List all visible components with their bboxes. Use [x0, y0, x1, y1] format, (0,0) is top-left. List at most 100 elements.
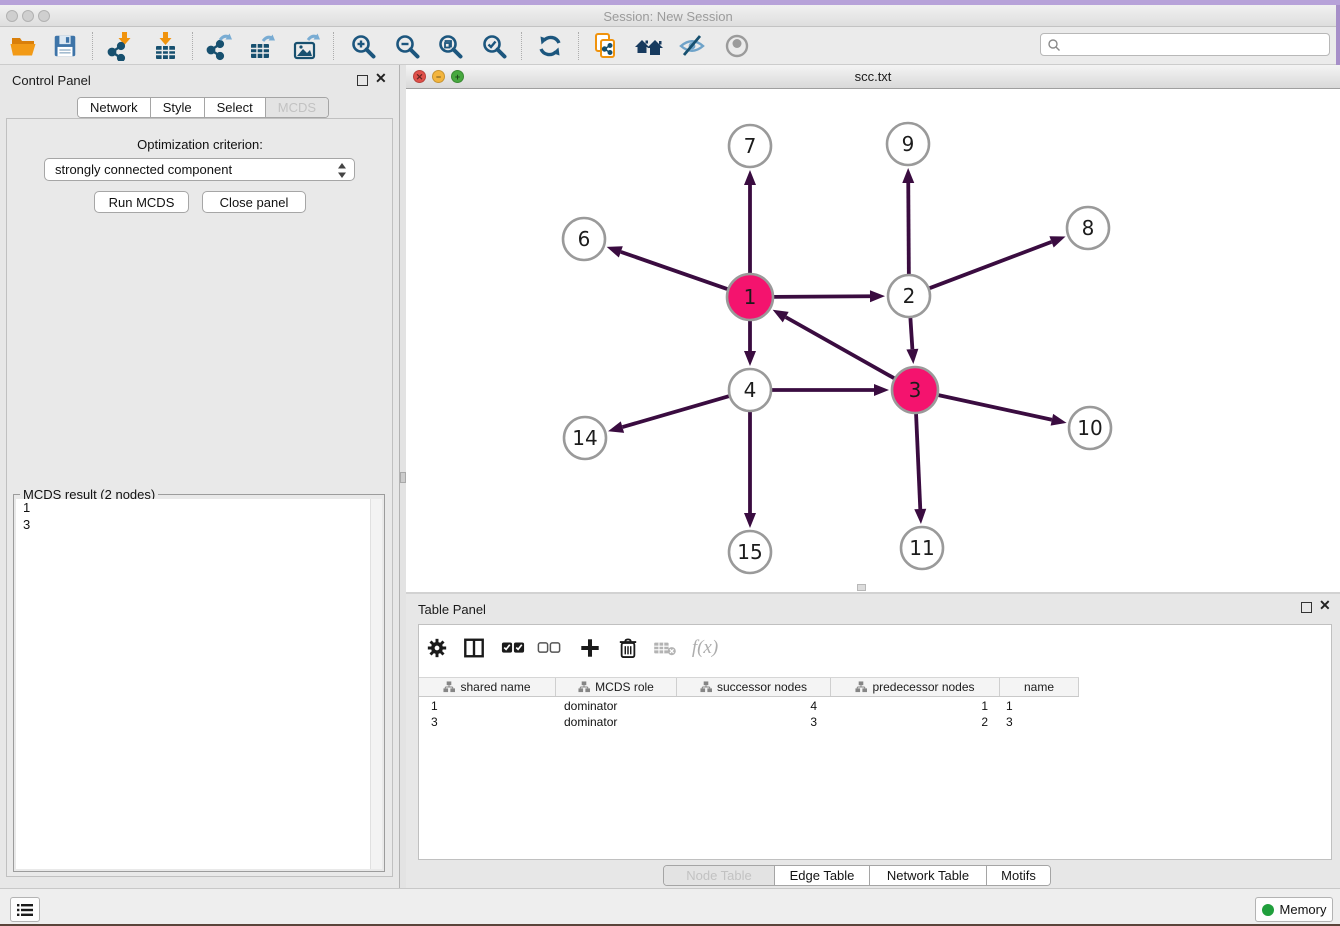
table-row[interactable]: 1 dominator 4 1 1 [419, 698, 1079, 714]
graph-node-2[interactable]: 2 [888, 275, 930, 317]
graph-edge-4-14[interactable] [608, 396, 729, 433]
zoom-fit-button[interactable] [433, 29, 467, 63]
cell-mcds-role[interactable]: dominator [556, 714, 677, 730]
table-settings-button[interactable] [423, 634, 451, 662]
close-panel-button[interactable]: Close panel [202, 191, 306, 213]
graph-edge-1-7[interactable] [744, 170, 756, 273]
tab-mcds[interactable]: MCDS [265, 98, 328, 117]
graph-node-9[interactable]: 9 [887, 123, 929, 165]
cell-shared-name[interactable]: 1 [419, 698, 556, 714]
graph-edge-1-6[interactable] [607, 246, 728, 289]
column-type-icon [855, 681, 867, 693]
network-resize-handle[interactable] [857, 584, 866, 591]
tab-motifs[interactable]: Motifs [986, 866, 1050, 885]
deselect-all-button[interactable] [535, 634, 563, 662]
table-row[interactable]: 3 dominator 3 2 3 [419, 714, 1079, 730]
apply-layout-button[interactable] [533, 29, 567, 63]
export-image-button[interactable] [289, 29, 323, 63]
cell-successor-nodes[interactable]: 3 [677, 714, 831, 730]
houses-icon [634, 31, 664, 61]
graph-edge-1-4[interactable] [744, 321, 756, 366]
show-graphics-details-button[interactable] [720, 29, 754, 63]
cell-predecessor-nodes[interactable]: 2 [831, 714, 1000, 730]
network-canvas[interactable]: 7 9 6 8 1 2 4 3 14 10 15 11 [406, 89, 1340, 592]
desktop-edge-right [1336, 5, 1340, 65]
graph-edge-4-3[interactable] [772, 384, 889, 396]
mcds-result-scrollbar[interactable] [370, 499, 382, 869]
column-header-mcds-role[interactable]: MCDS role [556, 678, 677, 696]
graph-edge-2-8[interactable] [930, 236, 1066, 288]
mcds-result-item[interactable]: 1 [16, 499, 382, 516]
save-session-button[interactable] [48, 29, 82, 63]
open-session-button[interactable] [6, 29, 40, 63]
show-all-networks-button[interactable] [632, 29, 666, 63]
graph-node-11[interactable]: 11 [901, 527, 943, 569]
graph-node-6[interactable]: 6 [563, 218, 605, 260]
select-all-button[interactable] [499, 634, 527, 662]
graph-node-3[interactable]: 3 [892, 367, 938, 413]
cell-successor-nodes[interactable]: 4 [677, 698, 831, 714]
tab-network[interactable]: Network [78, 98, 150, 117]
graph-node-4[interactable]: 4 [729, 369, 771, 411]
column-header-predecessor-nodes[interactable]: predecessor nodes [831, 678, 1000, 696]
list-menu-icon [16, 903, 34, 917]
status-menu-button[interactable] [10, 897, 40, 922]
zoom-selected-button[interactable] [477, 29, 511, 63]
graph-node-8[interactable]: 8 [1067, 207, 1109, 249]
create-column-button[interactable] [576, 634, 604, 662]
graph-node-10[interactable]: 10 [1069, 407, 1111, 449]
column-header-successor-nodes[interactable]: successor nodes [677, 678, 831, 696]
cell-predecessor-nodes[interactable]: 1 [831, 698, 1000, 714]
tab-edge-table[interactable]: Edge Table [774, 866, 869, 885]
optimization-criterion-select[interactable]: strongly connected component [44, 158, 355, 181]
tab-select[interactable]: Select [204, 98, 265, 117]
tab-network-table[interactable]: Network Table [869, 866, 986, 885]
window-titlebar: Session: New Session [0, 5, 1336, 27]
import-table-button[interactable] [149, 29, 183, 63]
toolbar-separator [578, 32, 579, 60]
table-panel-title: Table Panel [418, 602, 486, 617]
delete-column-button[interactable] [614, 634, 642, 662]
search-input[interactable] [1065, 34, 1329, 55]
import-network-button[interactable] [102, 29, 136, 63]
mcds-result-item[interactable]: 3 [16, 516, 382, 533]
control-panel-close-button[interactable]: ✕ [375, 69, 387, 87]
memory-button[interactable]: Memory [1255, 897, 1333, 922]
graph-edge-3-10[interactable] [938, 395, 1066, 425]
table-panel-float-button[interactable] [1301, 602, 1312, 613]
delete-table-button[interactable] [651, 634, 679, 662]
graph-node-14[interactable]: 14 [564, 417, 606, 459]
cell-name[interactable]: 1 [1000, 698, 1079, 714]
mcds-result-list[interactable]: 1 3 [16, 499, 382, 869]
zoom-out-button[interactable] [390, 29, 424, 63]
export-image-icon [291, 31, 321, 61]
graph-edge-1-2[interactable] [774, 290, 885, 302]
export-network-button[interactable] [202, 29, 236, 63]
cell-name[interactable]: 3 [1000, 714, 1079, 730]
tab-node-table[interactable]: Node Table [664, 866, 774, 885]
hide-graphics-details-button[interactable] [675, 29, 709, 63]
control-panel-float-button[interactable] [357, 75, 368, 86]
function-builder-button[interactable]: f(x) [687, 634, 723, 662]
graph-edge-3-11[interactable] [914, 414, 926, 524]
network-graph[interactable]: 7 9 6 8 1 2 4 3 14 10 15 11 [406, 89, 1340, 592]
cell-shared-name[interactable]: 3 [419, 714, 556, 730]
run-mcds-button[interactable]: Run MCDS [94, 191, 189, 213]
clone-network-button[interactable] [588, 29, 622, 63]
show-columns-button[interactable] [460, 634, 488, 662]
zoom-in-button[interactable] [346, 29, 380, 63]
graph-edge-3-1[interactable] [773, 310, 894, 378]
columns-icon [463, 637, 485, 659]
tab-style[interactable]: Style [150, 98, 204, 117]
column-header-shared-name[interactable]: shared name [419, 678, 556, 696]
graph-edge-2-3[interactable] [906, 318, 918, 364]
export-table-button[interactable] [245, 29, 279, 63]
graph-edge-2-9[interactable] [902, 168, 914, 274]
table-panel-close-button[interactable]: ✕ [1319, 596, 1331, 614]
graph-node-15[interactable]: 15 [729, 531, 771, 573]
graph-node-1[interactable]: 1 [727, 274, 773, 320]
cell-mcds-role[interactable]: dominator [556, 698, 677, 714]
graph-node-7[interactable]: 7 [729, 125, 771, 167]
graph-edge-4-15[interactable] [744, 412, 756, 528]
column-header-name[interactable]: name [1000, 678, 1079, 696]
